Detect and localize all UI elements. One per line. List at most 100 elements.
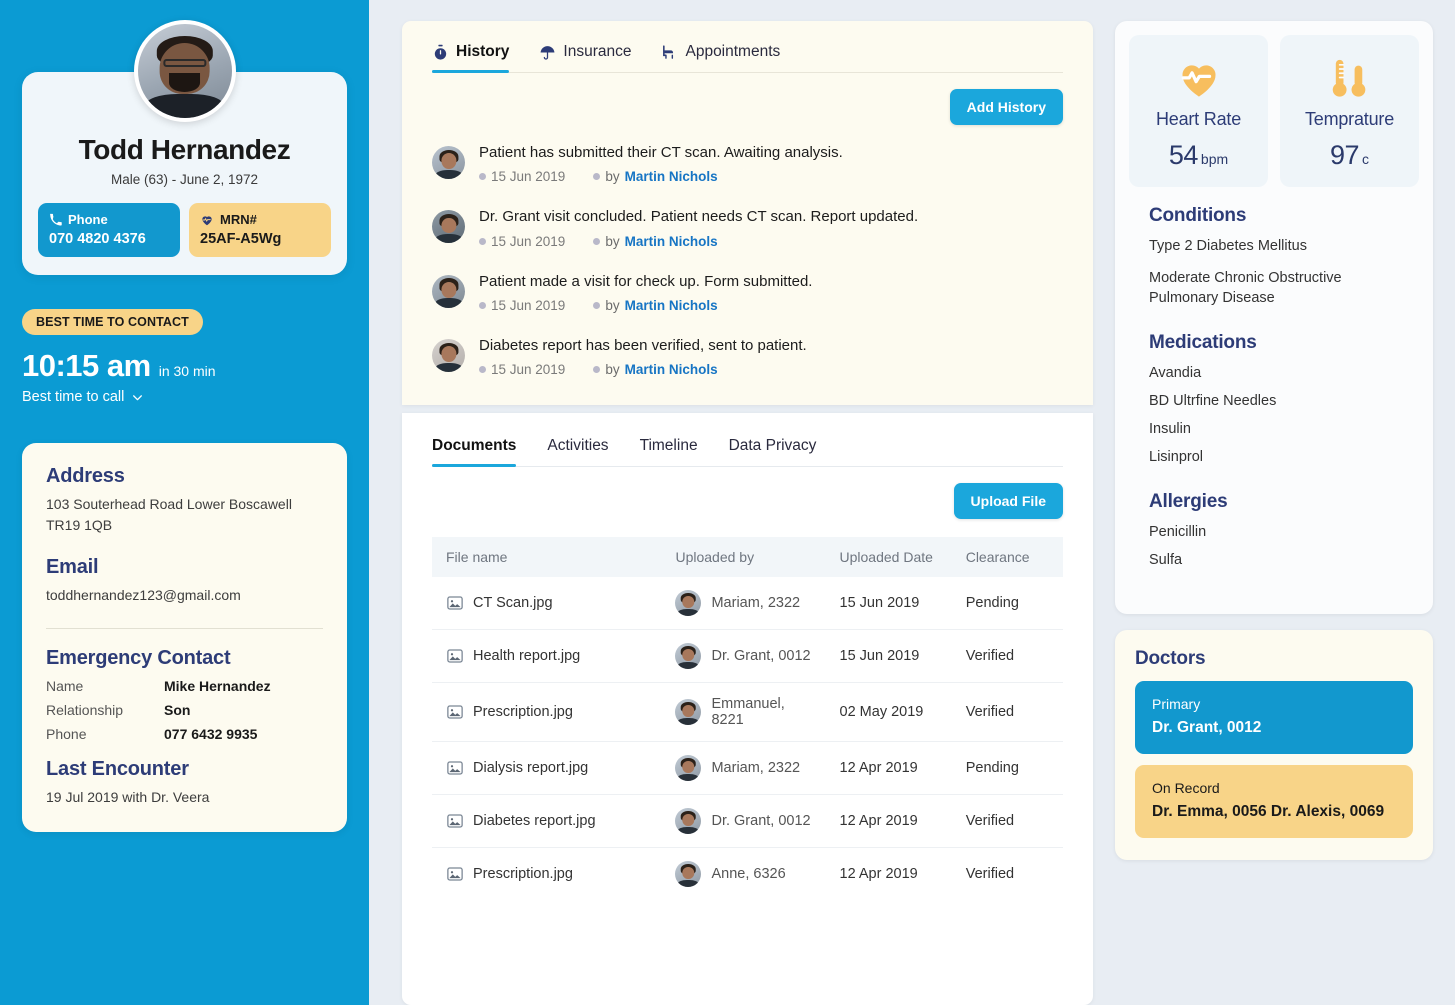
uploaded-by-text: Anne, 6326 [711, 866, 786, 882]
history-entry-date: 15 Jun 2019 [491, 297, 566, 313]
column-header-clearance[interactable]: Clearance [955, 537, 1063, 577]
cell-uploaded-by: Mariam, 2322 [665, 741, 830, 795]
documents-table: File name Uploaded by Uploaded Date Clea… [432, 537, 1063, 900]
history-entry-author[interactable]: Martin Nichols [625, 298, 718, 313]
medical-summary: Conditions Type 2 Diabetes Mellitus Mode… [1129, 187, 1419, 600]
avatar [675, 861, 702, 887]
best-time-to-contact: BEST TIME TO CONTACT 10:15 am in 30 min … [22, 309, 347, 405]
patient-meta: Male (63) - June 2, 1972 [110, 172, 259, 187]
tab-data-privacy[interactable]: Data Privacy [729, 437, 817, 466]
last-encounter-value: 19 Jul 2019 with Dr. Veera [46, 789, 210, 806]
history-entry-author[interactable]: Martin Nichols [625, 169, 718, 184]
table-row[interactable]: Diabetes report.jpg Dr. Grant, 0012 12 Apr… [432, 794, 1063, 848]
emergency-value: Son [164, 702, 191, 719]
phone-badge[interactable]: Phone 070 4820 4376 [38, 203, 180, 258]
cell-file-name: Dialysis report.jpg [432, 741, 666, 795]
uploaded-by-text: Dr. Grant, 0012 [711, 813, 811, 829]
phone-badge-value: 070 4820 4376 [49, 230, 146, 247]
history-entry-by-prefix: by [605, 297, 620, 313]
phone-badge-label: Phone [68, 212, 108, 227]
vital-heart-rate[interactable]: Heart Rate 54 bpm [1129, 35, 1268, 187]
column-header-uploaded-date[interactable]: Uploaded Date [829, 537, 956, 577]
primary-doctor-name: Dr. Grant, 0012 [1152, 719, 1262, 736]
tab-history[interactable]: History [432, 43, 510, 73]
file-name-text: Health report.jpg [473, 648, 581, 664]
history-entry-author[interactable]: Martin Nichols [625, 362, 718, 377]
condition-item: Type 2 Diabetes Mellitus [1149, 238, 1307, 254]
vital-temperature[interactable]: Temprature 97 c [1280, 35, 1419, 187]
tab-documents[interactable]: Documents [432, 437, 517, 467]
primary-doctor-box[interactable]: Primary Dr. Grant, 0012 [1135, 681, 1413, 754]
emergency-key: Relationship [46, 702, 124, 719]
bullet-icon [479, 173, 486, 181]
vital-name: Temprature [1304, 109, 1395, 129]
table-row[interactable]: Prescription.jpg Anne, 6326 12 Apr 2019 Ver… [432, 848, 1063, 901]
medications-heading: Medications [1149, 332, 1257, 353]
upload-file-button[interactable]: Upload File [953, 483, 1063, 519]
cell-uploaded-date: 12 Apr 2019 [829, 794, 956, 848]
image-file-icon [447, 814, 463, 828]
table-row[interactable]: Prescription.jpg Emmanuel, 8221 02 May 201… [432, 682, 1063, 742]
chevron-down-icon [133, 394, 143, 400]
documents-tabs: Documents Activities Timeline Data Priva… [432, 437, 1063, 467]
heart-pulse-icon [202, 216, 212, 226]
history-entry-author[interactable]: Martin Nichols [625, 234, 718, 249]
emergency-row-phone: Phone 077 6432 9935 [46, 726, 323, 742]
avatar [675, 699, 702, 725]
tab-appointments-label: Appointments [685, 43, 781, 60]
vital-name: Heart Rate [1155, 109, 1242, 129]
cell-uploaded-date: 12 Apr 2019 [839, 866, 918, 882]
history-entry-by-prefix: by [605, 233, 620, 249]
medication-item: Insulin [1149, 421, 1191, 437]
file-name-text: Prescription.jpg [473, 704, 573, 720]
on-record-names: Dr. Emma, 0056 Dr. Alexis, 0069 [1152, 803, 1385, 820]
image-file-icon [447, 705, 463, 719]
emergency-key: Phone [46, 726, 87, 743]
vital-value: 97 [1329, 140, 1360, 170]
table-row[interactable]: Dialysis report.jpg Mariam, 2322 12 Apr 20… [432, 741, 1063, 795]
history-tabs: History Insurance Appointments [432, 43, 1063, 73]
vital-value: 54 [1168, 140, 1199, 170]
allergy-item: Sulfa [1149, 552, 1183, 568]
best-time-dropdown[interactable]: Best time to call [22, 389, 347, 405]
cell-uploaded-by: Dr. Grant, 0012 [665, 794, 830, 848]
email-heading: Email [46, 556, 99, 579]
email-value[interactable]: toddhernandez123@gmail.com [46, 585, 323, 606]
add-history-button[interactable]: Add History [949, 89, 1063, 125]
cell-uploaded-by: Dr. Grant, 0012 [665, 629, 830, 683]
avatar [675, 643, 702, 669]
avatar [675, 808, 702, 834]
avatar [432, 338, 465, 372]
bullet-icon [479, 237, 486, 245]
best-time-pill: BEST TIME TO CONTACT [22, 309, 203, 336]
cell-file-name: Prescription.jpg [432, 848, 665, 901]
tab-appointments[interactable]: Appointments [661, 43, 780, 72]
mrn-badge[interactable]: MRN# 25AF-A5Wg [189, 203, 331, 258]
tab-timeline[interactable]: Timeline [640, 437, 698, 466]
best-time-dropdown-label: Best time to call [22, 389, 125, 406]
history-entry: Dr. Grant visit concluded. Patient needs… [432, 207, 1063, 249]
clinical-sidebar: Heart Rate 54 bpm Temprature 97 c Condit… [1115, 0, 1455, 1005]
on-record-doctors-box[interactable]: On Record Dr. Emma, 0056 Dr. Alexis, 006… [1135, 765, 1413, 838]
column-header-uploaded-by[interactable]: Uploaded by [665, 537, 830, 577]
tab-insurance[interactable]: Insurance [539, 43, 631, 72]
vital-unit: c [1362, 151, 1370, 167]
conditions-heading: Conditions [1149, 205, 1247, 226]
file-name-text: Diabetes report.jpg [473, 813, 596, 829]
avatar [432, 146, 465, 179]
best-time-value: 10:15 am [22, 348, 151, 384]
file-name-text: Dialysis report.jpg [473, 760, 589, 776]
column-header-file-name[interactable]: File name [432, 537, 666, 577]
image-file-icon [447, 649, 463, 663]
cell-uploaded-date: 02 May 2019 [829, 682, 956, 742]
tab-activities[interactable]: Activities [547, 437, 608, 466]
history-entry-list: Patient has submitted their CT scan. Awa… [432, 143, 1063, 377]
cell-file-name: CT Scan.jpg [432, 577, 666, 630]
history-entry-date: 15 Jun 2019 [491, 233, 566, 249]
table-row[interactable]: CT Scan.jpg Mariam, 2322 15 Jun 2019 Pendin… [432, 577, 1063, 630]
uploaded-by-text: Dr. Grant, 0012 [711, 648, 811, 664]
table-row[interactable]: Health report.jpg Dr. Grant, 0012 15 Jun 2… [432, 629, 1063, 683]
stopwatch-icon [434, 44, 447, 60]
emergency-contact-heading: Emergency Contact [46, 647, 231, 670]
avatar [432, 274, 465, 308]
